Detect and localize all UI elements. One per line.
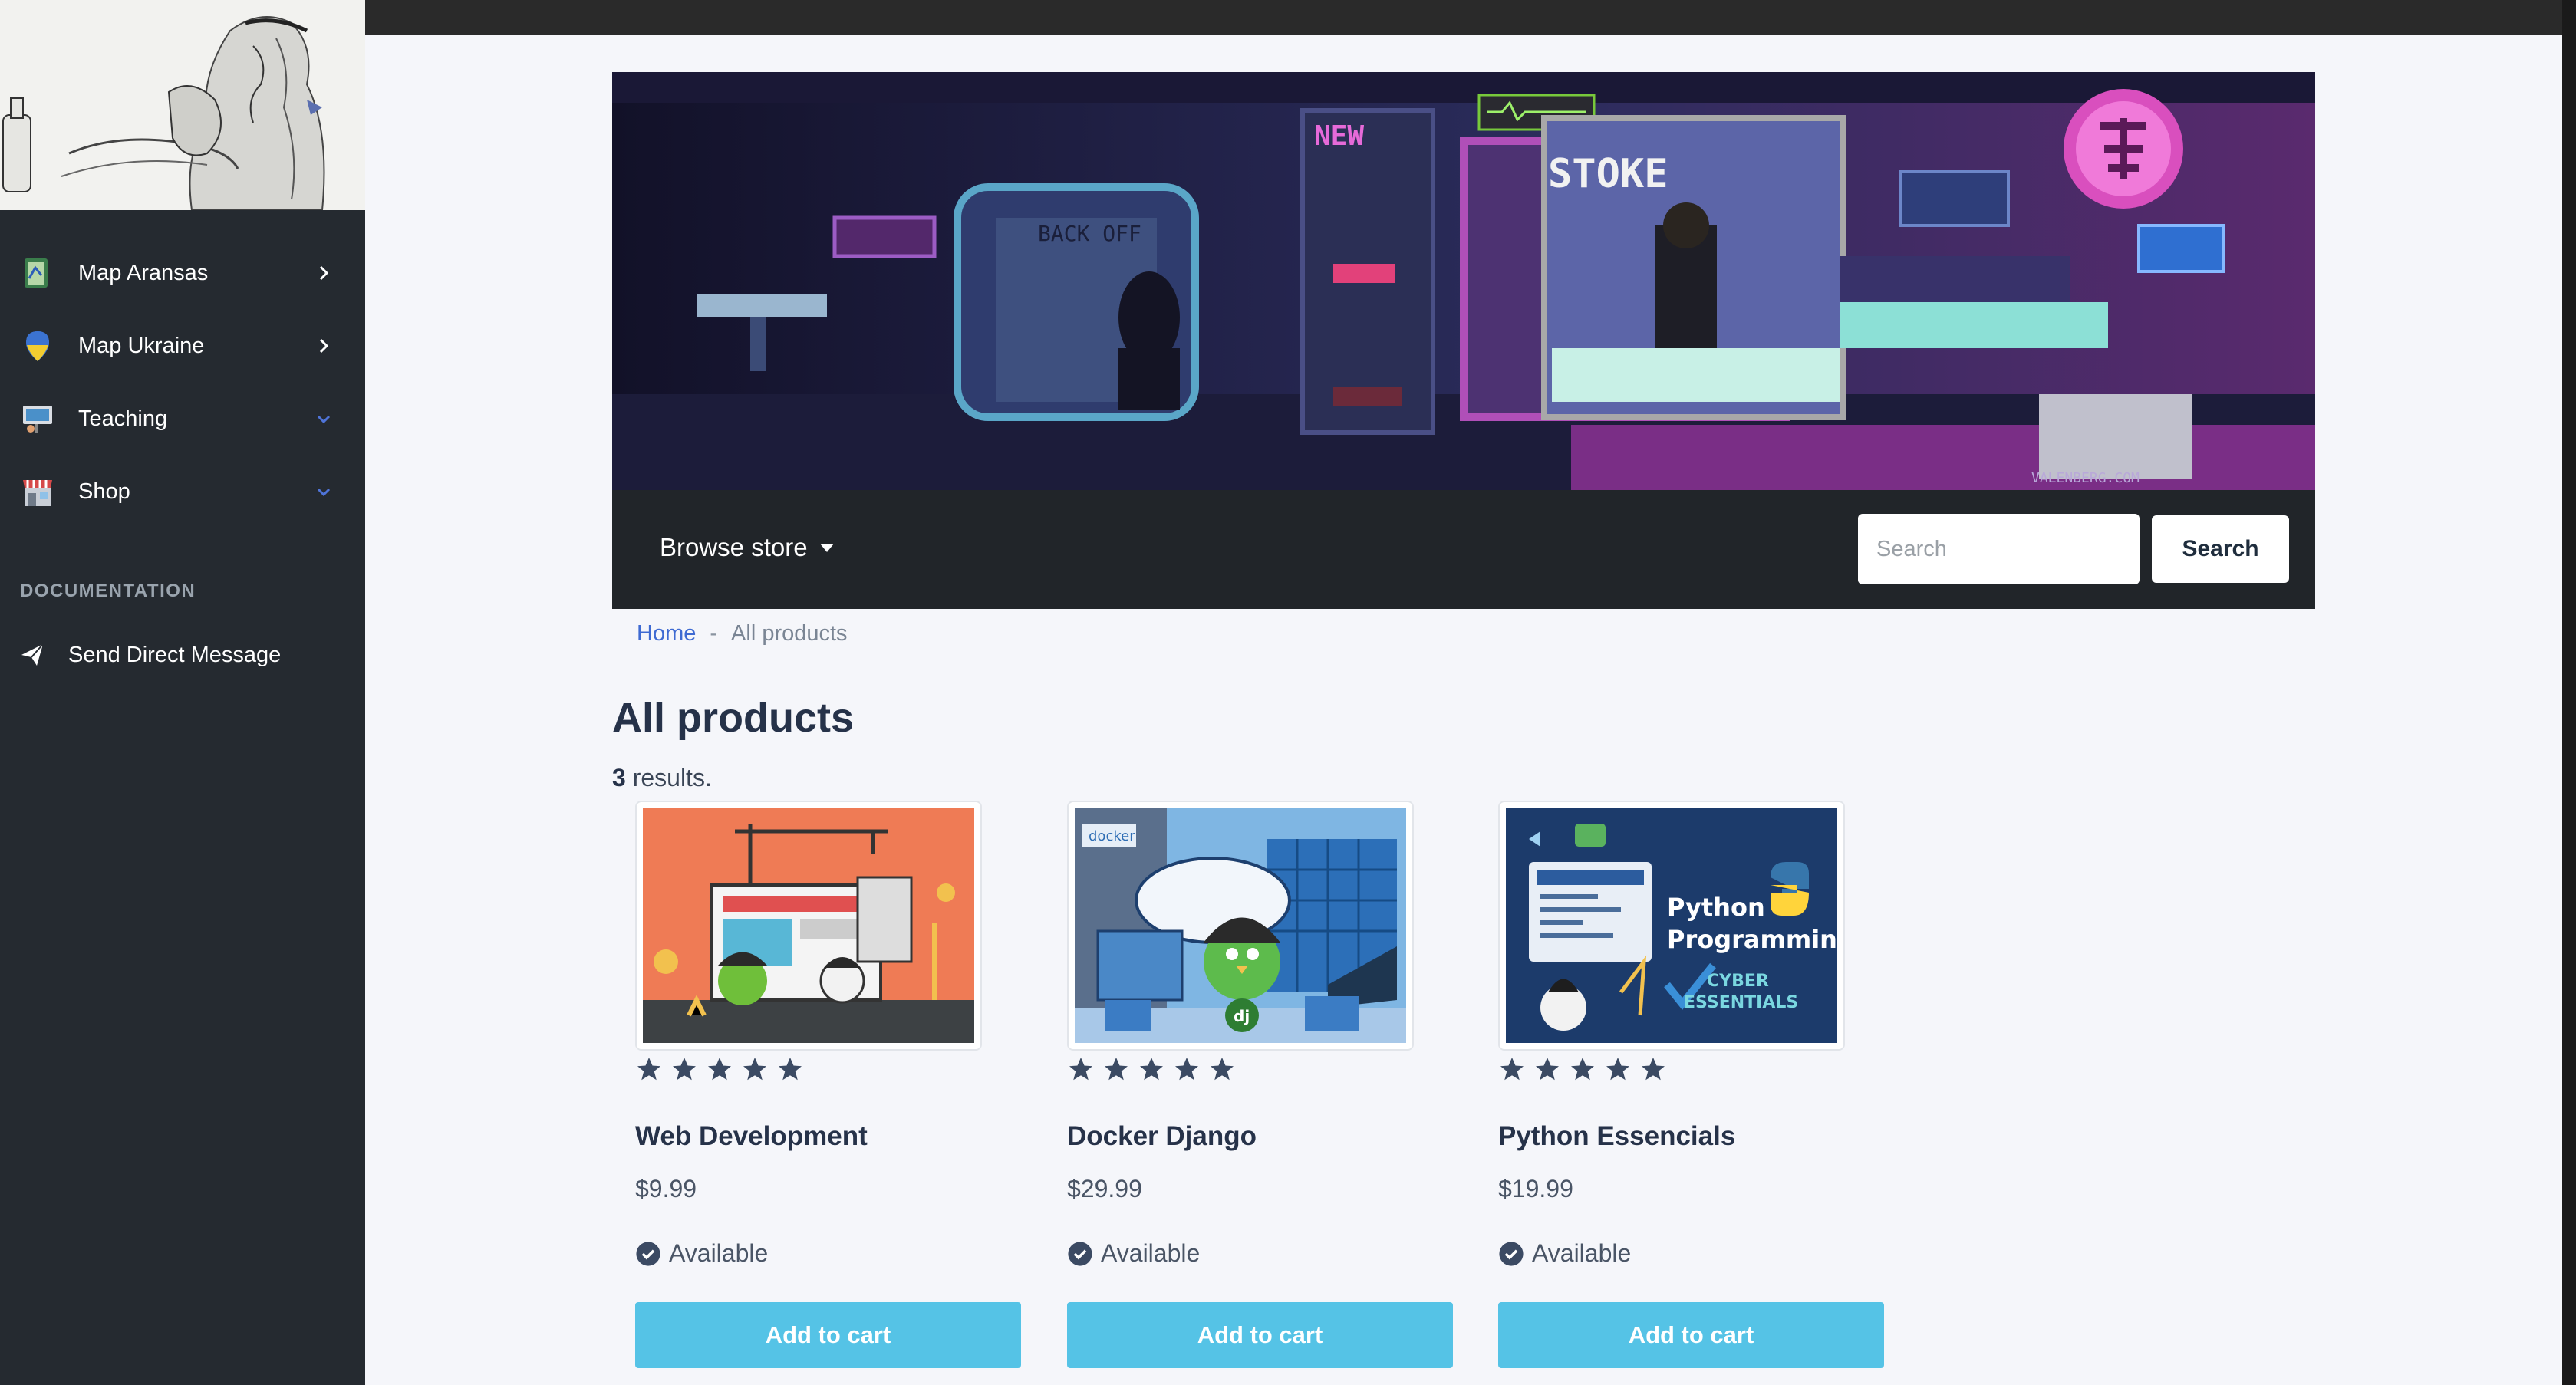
check-circle-icon: [1499, 1241, 1524, 1266]
svg-text:NEW: NEW: [1314, 120, 1364, 152]
availability-label: Available: [1532, 1239, 1632, 1267]
search-button[interactable]: Search: [2152, 515, 2289, 583]
sidebar-item-label: Map Aransas: [78, 261, 209, 285]
product-name[interactable]: Docker Django: [1067, 1121, 1257, 1152]
availability-status: Available: [1067, 1239, 1200, 1268]
product-price: $29.99: [1067, 1175, 1142, 1202]
top-bar: [365, 0, 2562, 35]
check-circle-icon: [636, 1241, 660, 1266]
rating-stars: [1067, 1055, 1236, 1083]
sidebar-item-label: Teaching: [78, 406, 168, 431]
sidebar-item-label: Map Ukraine: [78, 334, 205, 358]
chevron-down-icon: [317, 488, 331, 497]
star-icon: [1069, 1058, 1092, 1081]
availability-label: Available: [1101, 1239, 1201, 1267]
add-to-cart-button[interactable]: Add to cart: [1498, 1302, 1884, 1368]
pixel-art-banner: BACK OFF NEW STOKE VALENBERG.COM: [612, 72, 2315, 490]
browse-store-label: Browse store: [660, 533, 808, 561]
store-banner-image: BACK OFF NEW STOKE VALENBERG.COM: [612, 72, 2315, 490]
svg-text:STOKE: STOKE: [1548, 151, 1668, 197]
store-navbar: Browse store Search: [612, 490, 2315, 609]
page-title: All products: [612, 695, 855, 741]
breadcrumb: Home - All products: [637, 621, 848, 646]
chevron-down-icon: [317, 415, 331, 424]
web-development-illustration: [643, 808, 974, 1043]
product-image[interactable]: [635, 801, 982, 1051]
product-price: $9.99: [635, 1175, 697, 1202]
section-heading-documentation: DOCUMENTATION: [20, 581, 196, 601]
svg-text:docker: docker: [1089, 828, 1135, 844]
send-direct-message-label: Send Direct Message: [68, 643, 282, 667]
chevron-right-icon: [319, 265, 329, 281]
paper-plane-icon: [21, 643, 44, 666]
availability-status: Available: [1498, 1239, 1631, 1268]
availability-status: Available: [635, 1239, 768, 1268]
star-icon: [708, 1058, 731, 1081]
star-icon: [637, 1058, 660, 1081]
star-icon: [1642, 1058, 1665, 1081]
add-to-cart-button[interactable]: Add to cart: [635, 1302, 1021, 1368]
product-name[interactable]: Python Essencials: [1498, 1121, 1735, 1152]
breadcrumb-home-link[interactable]: Home: [637, 621, 696, 646]
star-icon: [673, 1058, 696, 1081]
availability-label: Available: [669, 1239, 769, 1267]
sidebar-item-label: Shop: [78, 479, 130, 504]
map-icon: [25, 258, 48, 288]
svg-text:ESSENTIALS: ESSENTIALS: [1684, 993, 1798, 1012]
breadcrumb-separator: -: [710, 621, 718, 646]
svg-text:Programming: Programming: [1667, 925, 1837, 954]
results-suffix: results.: [625, 764, 712, 791]
sidebar-artwork: [0, 0, 365, 210]
breadcrumb-current: All products: [731, 621, 848, 646]
svg-text:Python: Python: [1667, 893, 1765, 922]
results-count: 3 results.: [612, 764, 712, 792]
product-image[interactable]: docker dj: [1067, 801, 1414, 1051]
star-icon: [743, 1058, 766, 1081]
svg-text:VALENBERG.COM: VALENBERG.COM: [2031, 470, 2140, 486]
product-card: Web Development $9.99 Available Add to c…: [635, 801, 1034, 1383]
star-icon: [1500, 1058, 1524, 1081]
svg-text:dj: dj: [1234, 1007, 1250, 1025]
add-to-cart-button[interactable]: Add to cart: [1067, 1302, 1453, 1368]
star-icon: [1571, 1058, 1594, 1081]
sidebar-item-map-ukraine[interactable]: Map Ukraine: [0, 315, 365, 377]
docker-django-illustration: docker dj: [1075, 808, 1406, 1043]
star-icon: [1175, 1058, 1198, 1081]
svg-text:BACK OFF: BACK OFF: [1038, 221, 1141, 246]
chevron-right-icon: [319, 338, 329, 354]
sidebar-item-teaching[interactable]: Teaching: [0, 388, 365, 449]
star-icon: [1140, 1058, 1163, 1081]
send-direct-message-link[interactable]: Send Direct Message: [0, 624, 365, 686]
search-input[interactable]: [1858, 514, 2140, 584]
python-essentials-illustration: Python Programming CYBER ESSENTIALS: [1506, 808, 1837, 1043]
rating-stars: [635, 1055, 804, 1083]
check-circle-icon: [1068, 1241, 1092, 1266]
pin-icon: [26, 331, 49, 361]
sketch-illustration: [0, 0, 365, 210]
star-icon: [1211, 1058, 1234, 1081]
star-icon: [1105, 1058, 1128, 1081]
sidebar-item-shop[interactable]: Shop: [0, 461, 365, 522]
star-icon: [779, 1058, 802, 1081]
product-price: $19.99: [1498, 1175, 1573, 1202]
product-card: Python Programming CYBER ESSENTIALS Pyth…: [1498, 801, 1897, 1383]
product-name[interactable]: Web Development: [635, 1121, 868, 1152]
sidebar: Map Aransas Map Ukraine Teaching Shop DO…: [0, 0, 365, 1385]
store-icon: [23, 480, 52, 506]
star-icon: [1536, 1058, 1559, 1081]
product-card: docker dj Docker Django $29.99 Available…: [1067, 801, 1466, 1383]
presentation-icon: [23, 406, 52, 433]
sidebar-item-map-aransas[interactable]: Map Aransas: [0, 242, 365, 304]
star-icon: [1606, 1058, 1629, 1081]
window-edge: [2562, 0, 2576, 1385]
product-image[interactable]: Python Programming CYBER ESSENTIALS: [1498, 801, 1845, 1051]
results-number: 3: [612, 764, 626, 791]
svg-text:CYBER: CYBER: [1707, 972, 1769, 991]
caret-down-icon: [819, 543, 834, 552]
browse-store-dropdown[interactable]: Browse store: [660, 525, 834, 571]
rating-stars: [1498, 1055, 1667, 1083]
